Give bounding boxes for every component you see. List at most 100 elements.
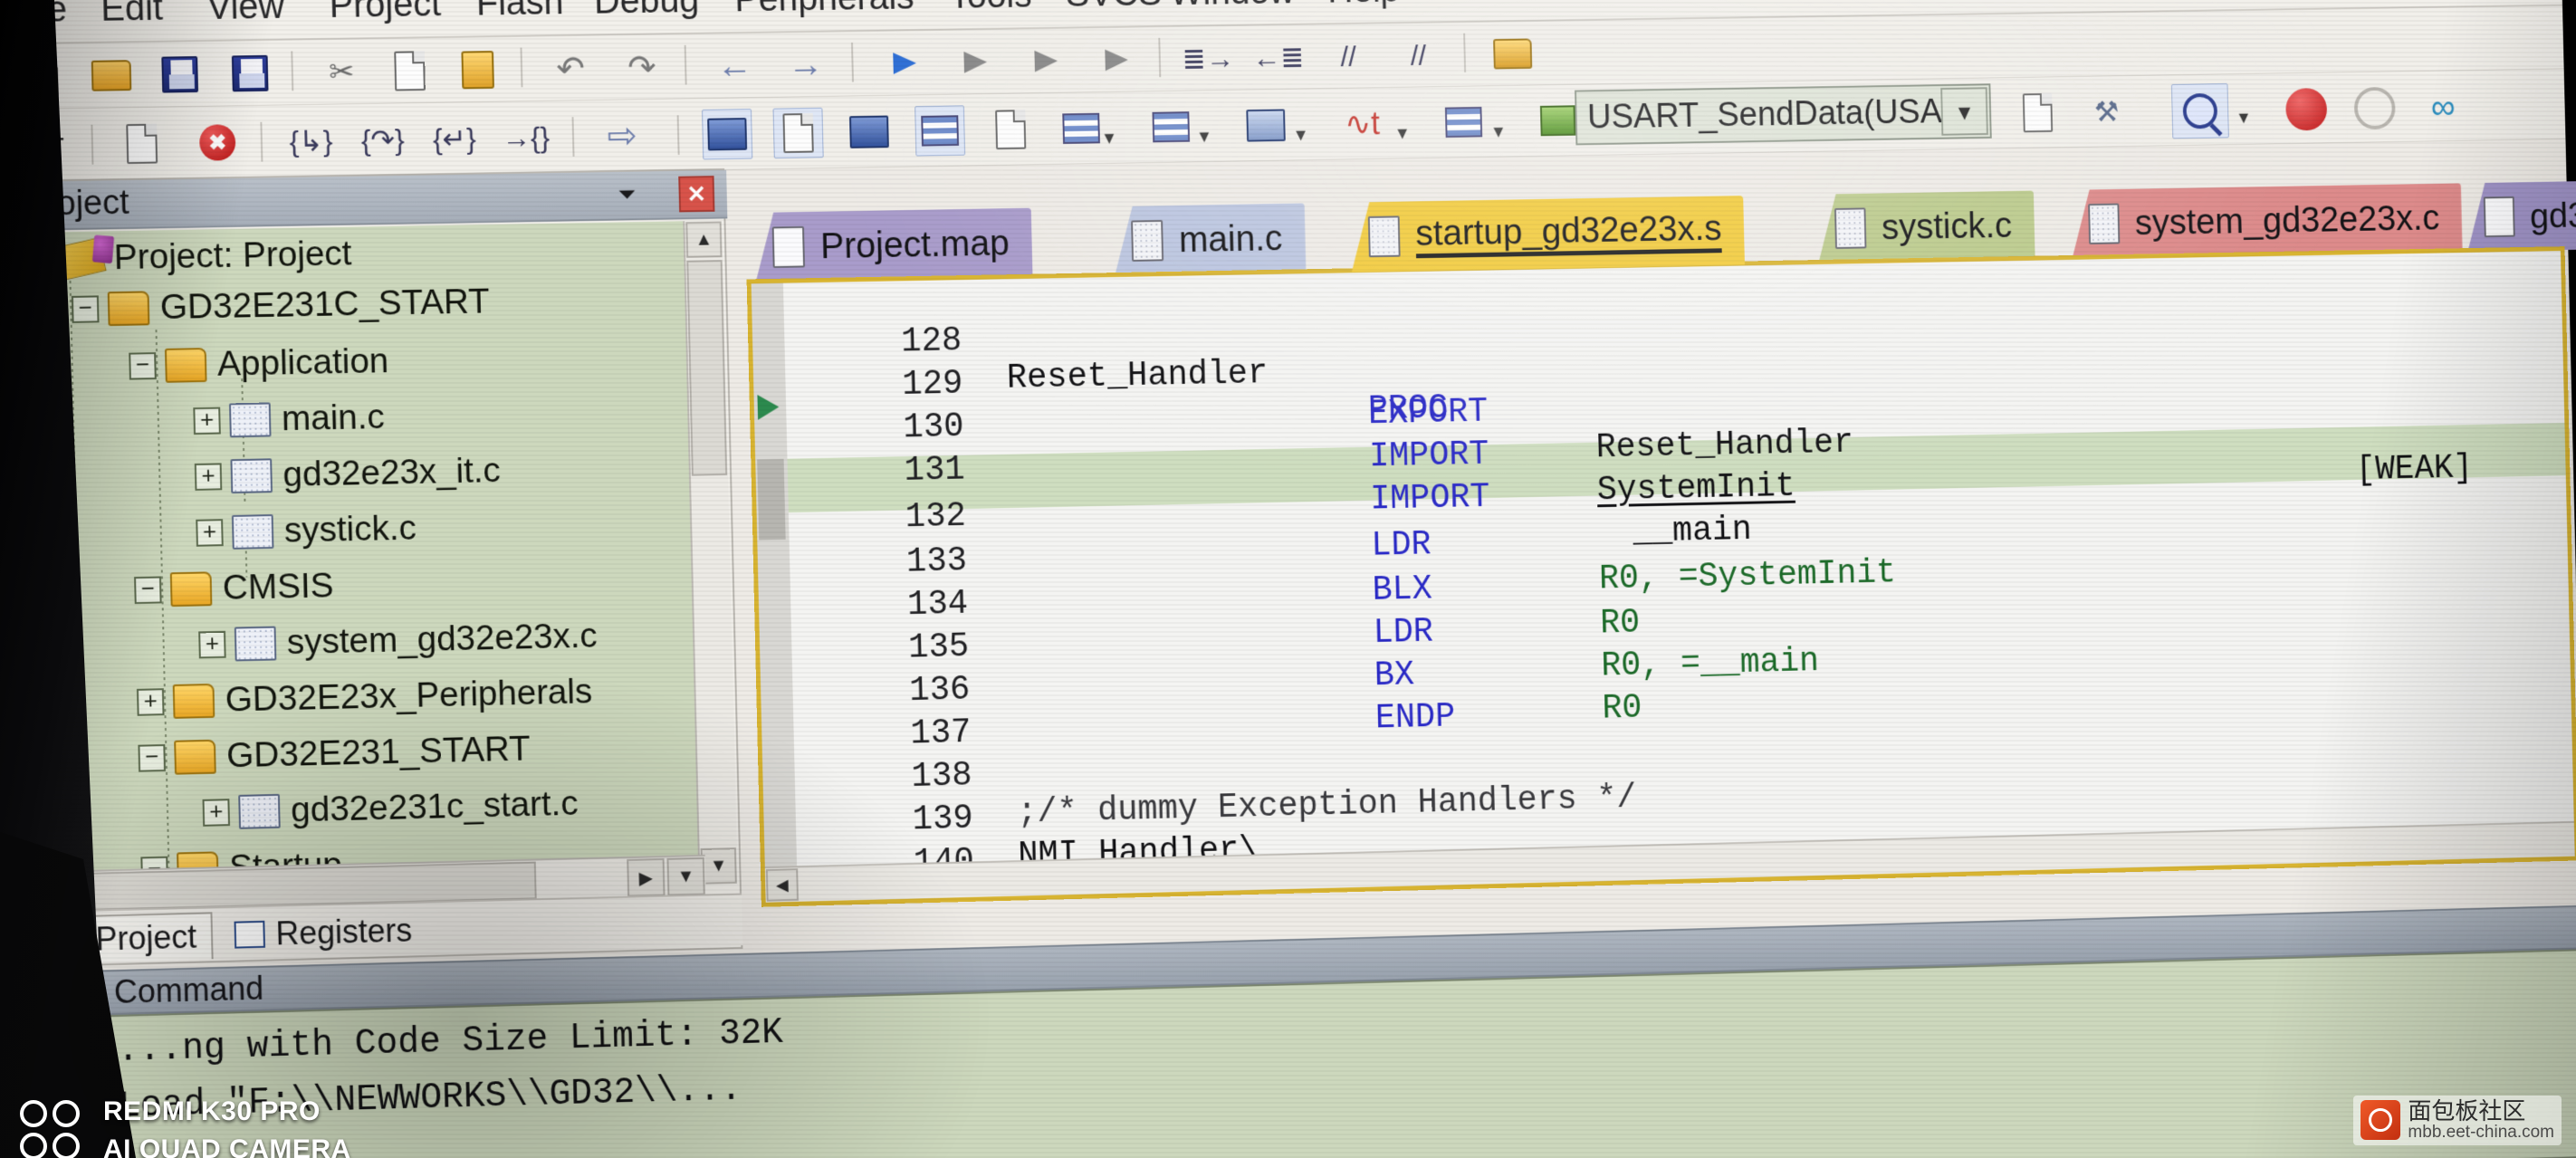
new-file-icon[interactable]: [17, 51, 69, 102]
tab-project[interactable]: Project: [37, 912, 214, 964]
tree-item-gd32e23x-it-c[interactable]: + gd32e23x_it.c: [194, 445, 501, 502]
memory-window-icon[interactable]: [1145, 101, 1196, 152]
menu-flash[interactable]: Flash: [475, 0, 564, 24]
target-options-icon[interactable]: [1488, 29, 1537, 80]
run-to-line-icon[interactable]: ⇨: [597, 110, 647, 161]
tree-item-systick-c[interactable]: + systick.c: [196, 503, 417, 559]
navigate-back-icon[interactable]: ←: [709, 41, 760, 91]
watch-expression-value[interactable]: USART_SendData(USART: [1576, 92, 1986, 137]
tree-item-cmsis[interactable]: − CMSIS: [134, 560, 334, 616]
tree-expander[interactable]: +: [136, 688, 165, 716]
close-icon[interactable]: ✕: [678, 176, 715, 213]
editor-tab-gd32[interactable]: gd32: [2466, 180, 2576, 252]
uncomment-icon[interactable]: //: [1393, 30, 1443, 81]
scroll-right-button[interactable]: ▶: [627, 857, 666, 897]
menu-svcs[interactable]: SVCS: [1065, 0, 1162, 15]
chevron-down-icon[interactable]: ▾: [2238, 106, 2248, 129]
stop-debug-icon[interactable]: ✖: [192, 117, 244, 168]
tree-item-project[interactable]: − Project: Project: [24, 229, 352, 285]
tree-item-gd32e23x-peripherals[interactable]: + GD32E23x_Peripherals: [136, 666, 593, 727]
scroll-down-button[interactable]: ▼: [666, 857, 705, 896]
tree-item-application[interactable]: − Application: [129, 336, 389, 391]
previous-bookmark-icon[interactable]: [1020, 35, 1071, 86]
record-button[interactable]: [2279, 81, 2333, 137]
chevron-down-icon[interactable]: ▾: [1397, 121, 1407, 145]
save-all-icon[interactable]: [225, 48, 276, 100]
redo-icon[interactable]: ↷: [617, 42, 667, 92]
editor-tab-main-c[interactable]: main.c: [1113, 203, 1306, 276]
menu-tools[interactable]: Tools: [949, 0, 1032, 17]
scroll-left-button[interactable]: ◀: [28, 873, 67, 913]
editor-tab-project-map[interactable]: Project.map: [754, 208, 1033, 283]
tree-expander[interactable]: −: [138, 744, 166, 772]
project-tree[interactable]: − Project: Project − GD32E231C_START − A…: [12, 221, 706, 903]
tree-expander[interactable]: +: [194, 463, 223, 491]
code-editor[interactable]: 128 Reset_Handler PROC 129 EXPORT Reset_…: [746, 246, 2576, 907]
tree-expander[interactable]: +: [202, 799, 231, 827]
run-to-cursor-icon[interactable]: [116, 118, 168, 169]
scroll-down-button[interactable]: ▼: [700, 847, 737, 885]
build-output-window[interactable]: Command ...ng with Code Size Limit: 32K …: [97, 904, 2576, 1158]
step-over-icon[interactable]: {↷}: [357, 114, 408, 166]
stop-record-button[interactable]: [2348, 81, 2402, 136]
chevron-down-icon[interactable]: ▾: [1104, 126, 1114, 149]
tree-expander[interactable]: −: [24, 245, 53, 273]
tree-expander[interactable]: +: [193, 407, 221, 435]
paste-icon[interactable]: [452, 44, 503, 96]
step-icon[interactable]: {↳}: [285, 115, 337, 167]
trace-icon[interactable]: [1439, 97, 1489, 148]
tree-item-system-gd32e23x-c[interactable]: + system_gd32e23x.c: [198, 611, 599, 671]
tab-registers[interactable]: Registers: [219, 906, 426, 959]
next-bookmark-icon[interactable]: [950, 37, 1001, 88]
menu-project[interactable]: Project: [329, 0, 441, 26]
menu-view[interactable]: View: [206, 0, 284, 28]
tree-expander[interactable]: −: [129, 352, 157, 380]
reset-cpu-icon[interactable]: RST: [18, 120, 70, 171]
chevron-down-icon[interactable]: ▾: [1296, 123, 1306, 147]
tree-expander[interactable]: +: [196, 519, 224, 547]
scroll-up-button[interactable]: ▲: [685, 221, 723, 258]
load-symbols-icon[interactable]: [2013, 88, 2063, 138]
tree-expander[interactable]: +: [198, 630, 226, 659]
watch-expression-input[interactable]: USART_SendData(USART ▾: [1575, 83, 1992, 146]
disassembly-window-icon[interactable]: [772, 107, 824, 159]
scrollbar-thumb[interactable]: [686, 260, 728, 476]
clear-bookmarks-icon[interactable]: [1091, 34, 1142, 85]
chevron-down-icon[interactable]: ▾: [1493, 120, 1503, 143]
tree-item-main-c[interactable]: + main.c: [193, 392, 385, 446]
chevron-down-icon[interactable]: ▾: [1199, 125, 1209, 148]
navigate-forward-icon[interactable]: →: [780, 39, 831, 90]
menu-file[interactable]: File: [8, 0, 67, 31]
call-stack-icon[interactable]: [985, 104, 1036, 155]
symbols-window-icon[interactable]: [844, 107, 895, 158]
tree-expander[interactable]: −: [134, 576, 162, 605]
open-folder-icon[interactable]: [85, 50, 137, 101]
editor-tab-systick-c[interactable]: systick.c: [1816, 191, 2035, 263]
menu-peripherals[interactable]: Peripherals: [734, 0, 915, 20]
toolbar-grip[interactable]: [0, 122, 2, 167]
editor-tab-system-gd32e23x-c[interactable]: system_gd32e23x.c: [2071, 183, 2463, 258]
tree-expander[interactable]: −: [71, 295, 100, 323]
chevron-down-icon[interactable]: ▾: [1940, 87, 1988, 136]
tree-item-gd32e231c-start[interactable]: − GD32E231C_START: [71, 277, 491, 335]
save-icon[interactable]: [154, 49, 206, 100]
comment-icon[interactable]: //: [1323, 31, 1373, 81]
pin-icon[interactable]: ⏷: [609, 177, 646, 213]
step-out-icon[interactable]: {↵}: [428, 113, 480, 165]
menu-window[interactable]: Window: [1169, 0, 1295, 14]
analysis-window-icon[interactable]: ∿t: [1337, 99, 1387, 149]
tree-item-gd32e231-start[interactable]: − GD32E231_START: [138, 724, 531, 784]
step-out-of-function-icon[interactable]: →{}: [500, 112, 551, 164]
editor-tab-startup-gd32e23x-s[interactable]: startup_gd32e23x.s: [1350, 196, 1745, 272]
menu-edit[interactable]: Edit: [101, 0, 164, 30]
menu-debug[interactable]: Debug: [594, 0, 700, 23]
copy-icon[interactable]: [384, 45, 436, 97]
indent-icon[interactable]: ≣→: [1182, 33, 1234, 84]
menu-help[interactable]: Help: [1327, 0, 1401, 11]
cut-icon[interactable]: ✂: [316, 46, 368, 98]
debug-settings-icon[interactable]: ⚒: [2082, 87, 2131, 137]
magnifier-icon[interactable]: [2170, 82, 2229, 139]
link-icon[interactable]: ∞: [2416, 80, 2470, 135]
serial-window-icon[interactable]: [1240, 100, 1291, 151]
registers-window-icon[interactable]: [915, 105, 966, 157]
